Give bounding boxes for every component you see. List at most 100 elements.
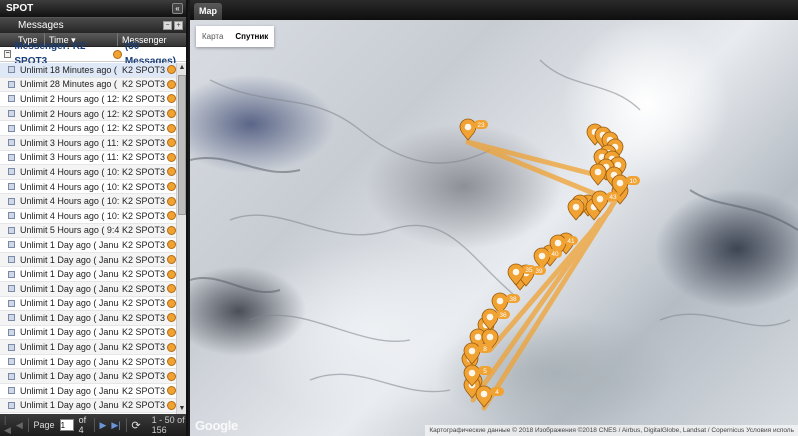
table-row[interactable]: Unlimit...28 Minutes ago ( 2:00...K2 SPO… [0,77,176,93]
messages-title: Messages [18,20,64,31]
cell-messenger: K2 SPOT3 [119,298,176,308]
page-input[interactable] [59,419,74,431]
list-scrollbar[interactable]: ▲ ▼ [176,63,186,414]
table-row[interactable]: Unlimit...1 Day ago ( January ...K2 SPOT… [0,267,176,282]
cell-type: Unlimit... [20,327,48,338]
map-type-satellite-button[interactable]: Спутник [229,26,274,47]
cell-time: 1 Day ago ( January ... [49,327,119,338]
first-page-icon[interactable]: |◀ [4,415,11,436]
table-row[interactable]: Unlimit...5 Hours ago ( 9:41 A...K2 SPOT… [0,223,176,239]
marker-label: 5 [483,368,487,375]
table-row[interactable]: Unlimit...4 Hours ago ( 10:31 ...K2 SPOT… [0,180,176,195]
table-row[interactable]: Unlimit...1 Day ago ( January ...K2 SPOT… [0,340,176,355]
cell-type: Unlimit... [20,123,48,134]
message-rows: Unlimit...18 Minutes ago ( 2:09...K2 SPO… [0,63,176,414]
pager-divider [27,418,29,432]
message-icon [8,372,15,380]
cell-time: 1 Day ago ( January ... [49,239,119,250]
messenger-name: K2 SPOT3 [121,239,165,250]
messenger-name: K2 SPOT3 [121,64,165,75]
cell-time: 5 Hours ago ( 9:41 A... [49,225,119,236]
message-icon [8,387,15,395]
messenger-name: K2 SPOT3 [121,137,165,148]
table-row[interactable]: Unlimit...4 Hours ago ( 10:11 ...K2 SPOT… [0,209,176,224]
cell-messenger: K2 SPOT3 [119,371,176,381]
pager-divider [93,418,95,432]
messenger-name: K2 SPOT3 [121,181,165,192]
table-row[interactable]: Unlimit...1 Day ago ( January ...K2 SPOT… [0,297,176,312]
table-row[interactable]: Unlimit...1 Day ago ( January ...K2 SPOT… [0,355,176,370]
map-type-map-button[interactable]: Карта [196,26,229,47]
cell-messenger: K2 SPOT3 [119,182,176,192]
table-row[interactable]: Unlimit...1 Day ago ( January ...K2 SPOT… [0,238,176,253]
message-icon [8,168,15,176]
map-tabbar: Map [190,0,798,20]
table-row[interactable]: Unlimit...18 Minutes ago ( 2:09...K2 SPO… [0,63,176,78]
cell-messenger: K2 SPOT3 [119,342,176,352]
messenger-name: K2 SPOT3 [121,210,165,221]
table-row[interactable]: Unlimit...2 Hours ago ( 12:20 ...K2 SPOT… [0,121,176,136]
message-icon [8,328,15,336]
table-row[interactable]: Unlimit...4 Hours ago ( 10:21 ...K2 SPOT… [0,194,176,209]
table-row[interactable]: Unlimit...3 Hours ago ( 11:10 ...K2 SPOT… [0,135,176,151]
group-collapse-icon[interactable]: − [4,50,12,58]
message-icon [8,124,15,132]
messenger-name: K2 SPOT3 [121,254,165,265]
scroll-up-icon[interactable]: ▲ [178,64,186,72]
collapse-panel-icon[interactable]: « [172,3,183,14]
cell-time: 1 Day ago ( January ... [49,342,119,353]
collapse-all-icon[interactable]: − [163,21,172,30]
message-list[interactable]: Unlimit...18 Minutes ago ( 2:09...K2 SPO… [0,63,186,414]
cell-time: 1 Day ago ( January ... [49,283,119,294]
last-page-icon[interactable]: ▶| [111,420,120,431]
message-icon [8,183,15,191]
pager-divider [125,418,127,432]
cell-messenger: K2 SPOT3 [119,167,176,177]
group-header[interactable]: − Messenger: K2 SPOT3 (50 Messages) [0,41,186,67]
table-row[interactable]: Unlimit...1 Day ago ( January ...K2 SPOT… [0,369,176,385]
marker-dot-icon [167,196,176,206]
cell-messenger: K2 SPOT3 [119,152,176,162]
message-icon [8,358,15,366]
cell-messenger: K2 SPOT3 [119,79,176,89]
table-row[interactable]: Unlimit...2 Hours ago ( 12:30 ...K2 SPOT… [0,106,176,122]
cell-type: Unlimit... [20,196,48,207]
table-row[interactable]: Unlimit...3 Hours ago ( 11:00 ...K2 SPOT… [0,151,176,166]
pin-center-icon [486,333,494,341]
table-row[interactable]: Unlimit...1 Day ago ( January ...K2 SPOT… [0,326,176,341]
messenger-name: K2 SPOT3 [121,79,165,90]
pin-center-icon [554,239,562,247]
scroll-thumb[interactable] [178,75,186,215]
table-row[interactable]: Unlimit...1 Day ago ( JanuaryK2 SPOT3 [0,398,176,414]
cell-type: Unlimit... [20,225,48,236]
marker-dot-icon [167,65,176,75]
refresh-icon[interactable]: ⟳ [131,419,140,432]
table-row[interactable]: Unlimit...2 Hours ago ( 12:40 ...K2 SPOT… [0,92,176,107]
table-row[interactable]: Unlimit...1 Day ago ( January ...K2 SPOT… [0,384,176,399]
pin-center-icon [596,195,604,203]
cell-messenger: K2 SPOT3 [119,211,176,221]
cell-type: Unlimit... [20,93,48,104]
expand-all-icon[interactable]: + [174,21,183,30]
cell-type: Unlimit... [20,283,48,294]
cell-time: 4 Hours ago ( 10:11 ... [49,210,119,221]
pin-center-icon [464,123,472,131]
satellite-map[interactable]: 23 10 43 41 40 39 38 36 35 8 5 4 Карта Спутник Googl… [190,20,798,436]
table-row[interactable]: Unlimit...1 Day ago ( January ...K2 SPOT… [0,281,176,297]
pager: |◀ ◀ Page of 4 ▶ ▶| ⟳ 1 - 50 of 156 [0,414,186,436]
map-attribution[interactable]: Картографические данные © 2018 Изображен… [425,425,798,436]
marker-label: 43 [609,194,617,201]
cell-time: 3 Hours ago ( 11:10 ... [49,137,119,148]
next-page-icon[interactable]: ▶ [99,420,106,431]
tab-map[interactable]: Map [194,3,222,20]
cell-type: Unlimit... [20,342,48,353]
table-row[interactable]: Unlimit...1 Day ago ( January ...K2 SPOT… [0,252,176,268]
cell-time: 1 Day ago ( January ... [49,254,119,265]
cell-messenger: K2 SPOT3 [119,313,176,323]
cell-type: Unlimit... [20,210,48,221]
prev-page-icon[interactable]: ◀ [16,420,23,431]
scroll-down-icon[interactable]: ▼ [178,405,186,413]
table-row[interactable]: Unlimit...1 Day ago ( January ...K2 SPOT… [0,311,176,326]
messenger-name: K2 SPOT3 [121,152,165,163]
table-row[interactable]: Unlimit...4 Hours ago ( 10:50 ...K2 SPOT… [0,165,176,180]
